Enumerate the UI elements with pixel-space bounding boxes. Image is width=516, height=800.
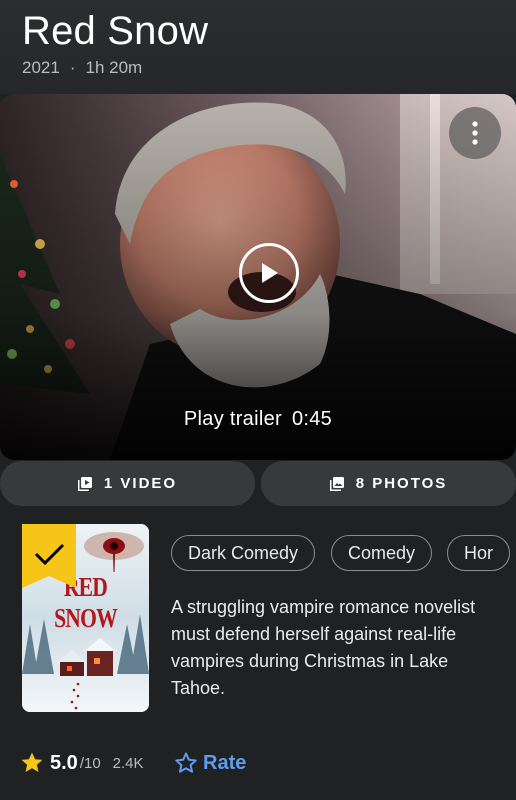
genre-chip-dark-comedy[interactable]: Dark Comedy: [171, 535, 316, 571]
play-trailer-label: Play trailer: [183, 408, 282, 430]
user-rating[interactable]: 5.0 /10 2.4K: [20, 750, 144, 776]
star-outline-icon: [175, 752, 197, 773]
photo-library-icon: [329, 476, 344, 491]
rating-scale: /10: [79, 754, 101, 772]
videos-count: 1 VIDEO: [103, 475, 178, 492]
more-options-button[interactable]: [449, 107, 501, 159]
rate-button[interactable]: Rate: [174, 750, 246, 776]
genre-chips: Dark Comedy Comedy Hor: [171, 535, 516, 573]
more-vert-icon: [472, 121, 478, 145]
title-meta: 2021 · 1h 20m: [22, 58, 142, 78]
title-header: Red Snow 2021 · 1h 20m: [0, 0, 516, 94]
video-library-icon: [77, 476, 92, 491]
rate-label: Rate: [203, 751, 247, 774]
rating-score: 5.0: [50, 751, 78, 774]
star-icon: [21, 752, 43, 772]
trailer-caption[interactable]: Play trailer 0:45: [0, 408, 516, 431]
runtime: 1h 20m: [85, 58, 143, 77]
photos-count: 8 PHOTOS: [355, 475, 448, 492]
meta-separator: ·: [69, 58, 76, 77]
trailer-duration: 0:45: [291, 408, 333, 430]
play-icon: [262, 263, 278, 283]
genre-chip-horror[interactable]: Hor: [447, 535, 511, 571]
videos-button[interactable]: 1 VIDEO: [0, 461, 255, 506]
photos-button[interactable]: 8 PHOTOS: [261, 461, 516, 506]
release-year: 2021: [22, 58, 60, 77]
rating-count: 2.4K: [112, 754, 144, 772]
plot-description[interactable]: A struggling vampire romance novelist mu…: [171, 594, 501, 702]
play-trailer-button[interactable]: [239, 243, 299, 303]
page-title: Red Snow: [22, 9, 209, 53]
genre-chip-comedy[interactable]: Comedy: [331, 535, 433, 571]
watchlist-ribbon-button[interactable]: [22, 524, 76, 588]
